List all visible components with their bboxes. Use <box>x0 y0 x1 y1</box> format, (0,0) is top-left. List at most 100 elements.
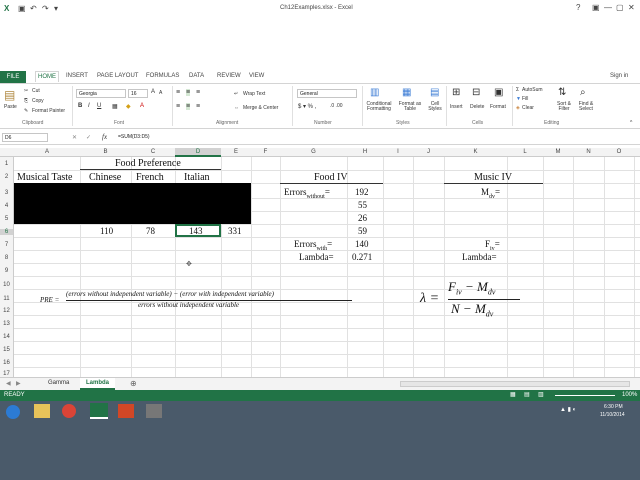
insert-cells-button[interactable]: Insert <box>450 104 463 110</box>
format-as-table-button[interactable]: Format as Table <box>396 102 424 112</box>
cell-lambda-label-2[interactable]: Lambda= <box>462 252 497 262</box>
cell-h8[interactable]: 0.271 <box>352 252 372 262</box>
save-icon[interactable]: ▣ <box>18 4 26 13</box>
font-color-icon[interactable]: A <box>140 103 144 109</box>
column-header-b[interactable]: B <box>80 149 131 155</box>
formula-input[interactable]: =SUM(D3:D5) <box>116 133 636 142</box>
decimal-icon[interactable]: .0 .00 <box>330 103 343 109</box>
cell-h3[interactable]: 192 <box>355 187 369 197</box>
column-header-c[interactable]: C <box>131 149 175 155</box>
tab-page-layout[interactable]: PAGE LAYOUT <box>97 73 138 79</box>
cell-b6[interactable]: 110 <box>100 226 113 236</box>
grow-font-icon[interactable]: A <box>151 89 155 95</box>
currency-icon[interactable]: $ ▾ % , <box>298 103 316 110</box>
find-select-icon[interactable]: ⌕ <box>580 87 586 98</box>
row-header[interactable]: 2 <box>0 174 13 180</box>
worksheet-grid[interactable]: Food Preference Musical Taste Chinese Fr… <box>14 157 640 377</box>
paste-icon[interactable]: ▤ <box>4 88 15 102</box>
page-layout-view-icon[interactable]: ▤ <box>524 391 530 398</box>
bold-button[interactable]: B <box>78 103 82 109</box>
sign-in-link[interactable]: Sign in <box>610 73 628 79</box>
cut-icon[interactable]: ✂ <box>24 88 28 94</box>
collapse-ribbon-icon[interactable]: ^ <box>630 120 632 126</box>
row-header[interactable]: 11 <box>0 296 13 302</box>
row-header[interactable]: 16 <box>0 360 13 366</box>
column-header-k[interactable]: K <box>444 149 507 155</box>
column-header-f[interactable]: F <box>251 149 280 155</box>
column-header-h[interactable]: H <box>347 149 383 155</box>
align-right-icon[interactable]: ≡ <box>196 103 200 110</box>
clock-date[interactable]: 11/10/2014 <box>600 412 625 418</box>
cell-h4[interactable]: 55 <box>358 200 367 210</box>
cell-french[interactable]: French <box>136 172 164 183</box>
scroll-left-icon[interactable]: ◀ <box>6 380 11 387</box>
tab-home[interactable]: HOME <box>35 71 59 82</box>
column-header-a[interactable]: A <box>14 149 80 155</box>
autosum-button[interactable]: AutoSum <box>522 87 543 93</box>
delete-cells-icon[interactable]: ⊟ <box>472 87 480 98</box>
undo-icon[interactable]: ↶ <box>30 4 37 13</box>
chrome-icon[interactable] <box>62 404 76 418</box>
find-select-button[interactable]: Find & Select <box>576 102 596 112</box>
wrap-text-button[interactable]: Wrap Text <box>243 91 265 97</box>
cell-styles-button[interactable]: Cell Styles <box>426 102 444 112</box>
zoom-slider[interactable] <box>555 395 615 396</box>
selected-cell-d6[interactable] <box>175 224 221 237</box>
row-header[interactable]: 8 <box>0 255 13 261</box>
font-size-select[interactable]: 16 <box>128 89 148 98</box>
page-break-view-icon[interactable]: ▥ <box>538 391 544 398</box>
column-header-o[interactable]: O <box>604 149 634 155</box>
row-header[interactable]: 14 <box>0 334 13 340</box>
tab-view[interactable]: VIEW <box>249 73 264 79</box>
tab-insert[interactable]: INSERT <box>66 73 88 79</box>
cell-h6[interactable]: 59 <box>358 226 367 236</box>
delete-cells-button[interactable]: Delete <box>470 104 484 110</box>
format-painter-button[interactable]: Format Painter <box>32 108 65 114</box>
maximize-button[interactable]: ▢ <box>616 3 624 12</box>
start-button-icon[interactable] <box>6 405 20 419</box>
align-center-icon[interactable]: ≡ <box>186 103 191 110</box>
sheet-tab-lambda[interactable]: Lambda <box>80 378 116 390</box>
pre-formula-object[interactable]: PRE = (errors without independent variab… <box>38 290 358 314</box>
autosum-icon[interactable]: Σ <box>516 87 519 93</box>
format-cells-button[interactable]: Format <box>490 104 506 110</box>
conditional-formatting-button[interactable]: Conditional Formatting <box>364 102 394 112</box>
cell-h5[interactable]: 26 <box>358 213 367 223</box>
row-header[interactable]: 6 <box>0 229 13 235</box>
scroll-right-icon[interactable]: ▶ <box>16 380 21 387</box>
shrink-font-icon[interactable]: A <box>159 90 162 96</box>
redo-icon[interactable]: ↷ <box>42 4 49 13</box>
row-header[interactable]: 10 <box>0 282 13 288</box>
row-header[interactable]: 9 <box>0 268 13 274</box>
insert-cells-icon[interactable]: ⊞ <box>452 87 460 98</box>
column-header-i[interactable]: I <box>383 149 413 155</box>
cell-errors-with[interactable]: Errorswith= <box>294 239 332 252</box>
row-header[interactable]: 4 <box>0 203 13 209</box>
column-header-j[interactable]: J <box>413 149 444 155</box>
cell-musical-taste[interactable]: Musical Taste <box>17 172 73 183</box>
cell-errors-without[interactable]: Errorswithout= <box>284 187 330 200</box>
fill-button[interactable]: Fill <box>522 96 528 102</box>
tab-data[interactable]: DATA <box>189 73 204 79</box>
close-button[interactable]: ✕ <box>628 3 635 12</box>
copy-button[interactable]: Copy <box>32 98 44 104</box>
italic-button[interactable]: I <box>88 103 90 109</box>
row-header[interactable]: 12 <box>0 308 13 314</box>
align-left-icon[interactable]: ≡ <box>176 103 180 110</box>
align-top-icon[interactable]: ≡ <box>176 89 180 96</box>
powerpoint-icon[interactable] <box>118 404 134 418</box>
merge-center-button[interactable]: Merge & Center <box>243 105 278 111</box>
help-icon[interactable]: ? <box>576 3 580 12</box>
merge-center-icon[interactable]: ⇔ <box>234 105 239 111</box>
row-header[interactable]: 3 <box>0 190 13 196</box>
row-header[interactable]: 15 <box>0 347 13 353</box>
new-sheet-icon[interactable]: ⊕ <box>130 379 137 388</box>
qat-customize-icon[interactable]: ▾ <box>54 4 58 13</box>
tray-icons[interactable]: ▲ ▮ ◐ <box>560 406 576 413</box>
row-header[interactable]: 5 <box>0 216 13 222</box>
underline-button[interactable]: U <box>97 103 101 109</box>
cancel-icon[interactable]: ✕ <box>72 134 77 141</box>
cut-button[interactable]: Cut <box>32 88 40 94</box>
font-name-select[interactable]: Georgia <box>76 89 126 98</box>
column-header-g[interactable]: G <box>280 149 347 155</box>
